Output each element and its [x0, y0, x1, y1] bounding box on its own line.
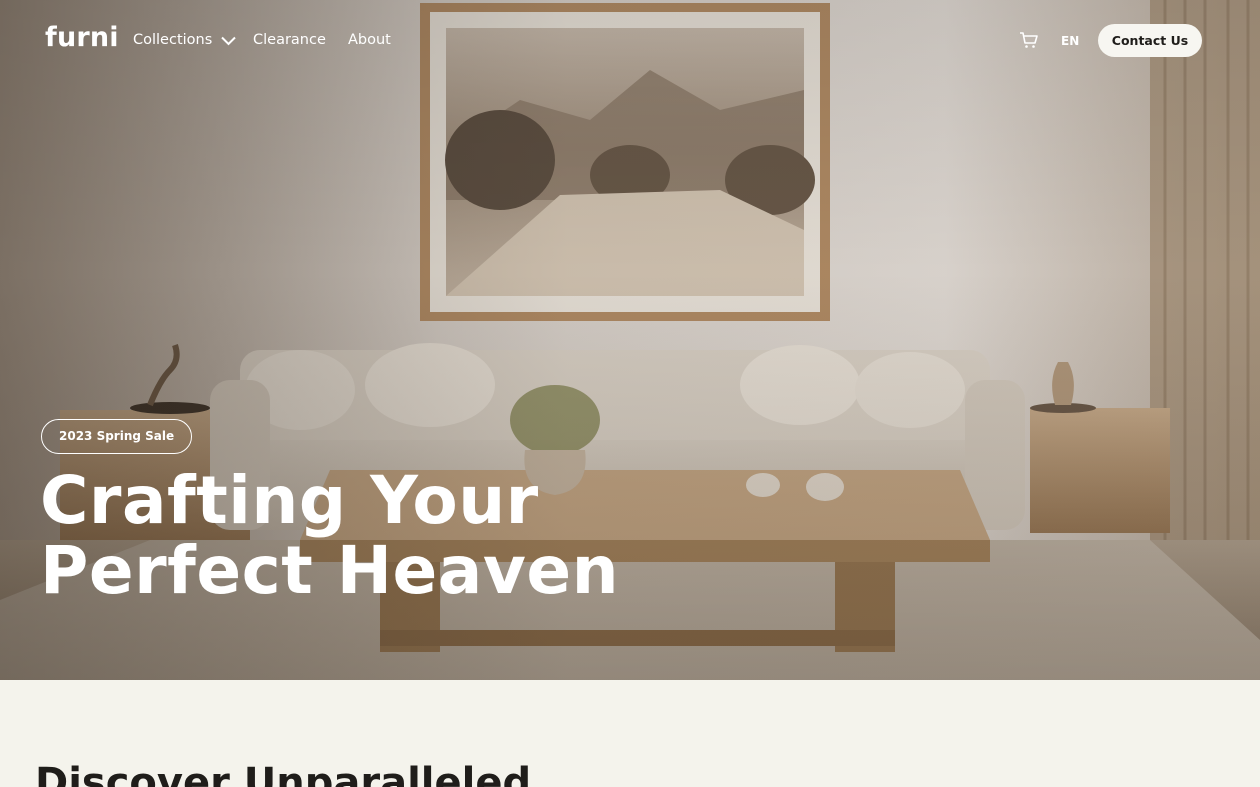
nav-collections-label: Collections [133, 32, 213, 48]
discover-section: Discover Unparalleled [0, 680, 1260, 787]
top-navigation: furni Collections Clearance About EN Con… [0, 0, 1260, 82]
hero-headline-line-2: Perfect Heaven [40, 532, 620, 609]
sale-badge: 2023 Spring Sale [41, 419, 193, 454]
nav-clearance[interactable]: Clearance [253, 32, 326, 48]
cart-icon[interactable] [1019, 31, 1039, 49]
hero-headline: Crafting Your Perfect Heaven [40, 466, 619, 606]
section-title: Discover Unparalleled [35, 760, 532, 787]
nav-about[interactable]: About [348, 32, 391, 48]
contact-us-button[interactable]: Contact Us [1098, 24, 1202, 57]
language-selector[interactable]: EN [1061, 34, 1079, 48]
logo[interactable]: furni [45, 22, 119, 53]
hero-section: furni Collections Clearance About EN Con… [0, 0, 1260, 680]
hero-headline-line-1: Crafting Your [40, 462, 539, 539]
nav-collections[interactable]: Collections [133, 32, 236, 50]
chevron-down-icon [221, 34, 236, 50]
